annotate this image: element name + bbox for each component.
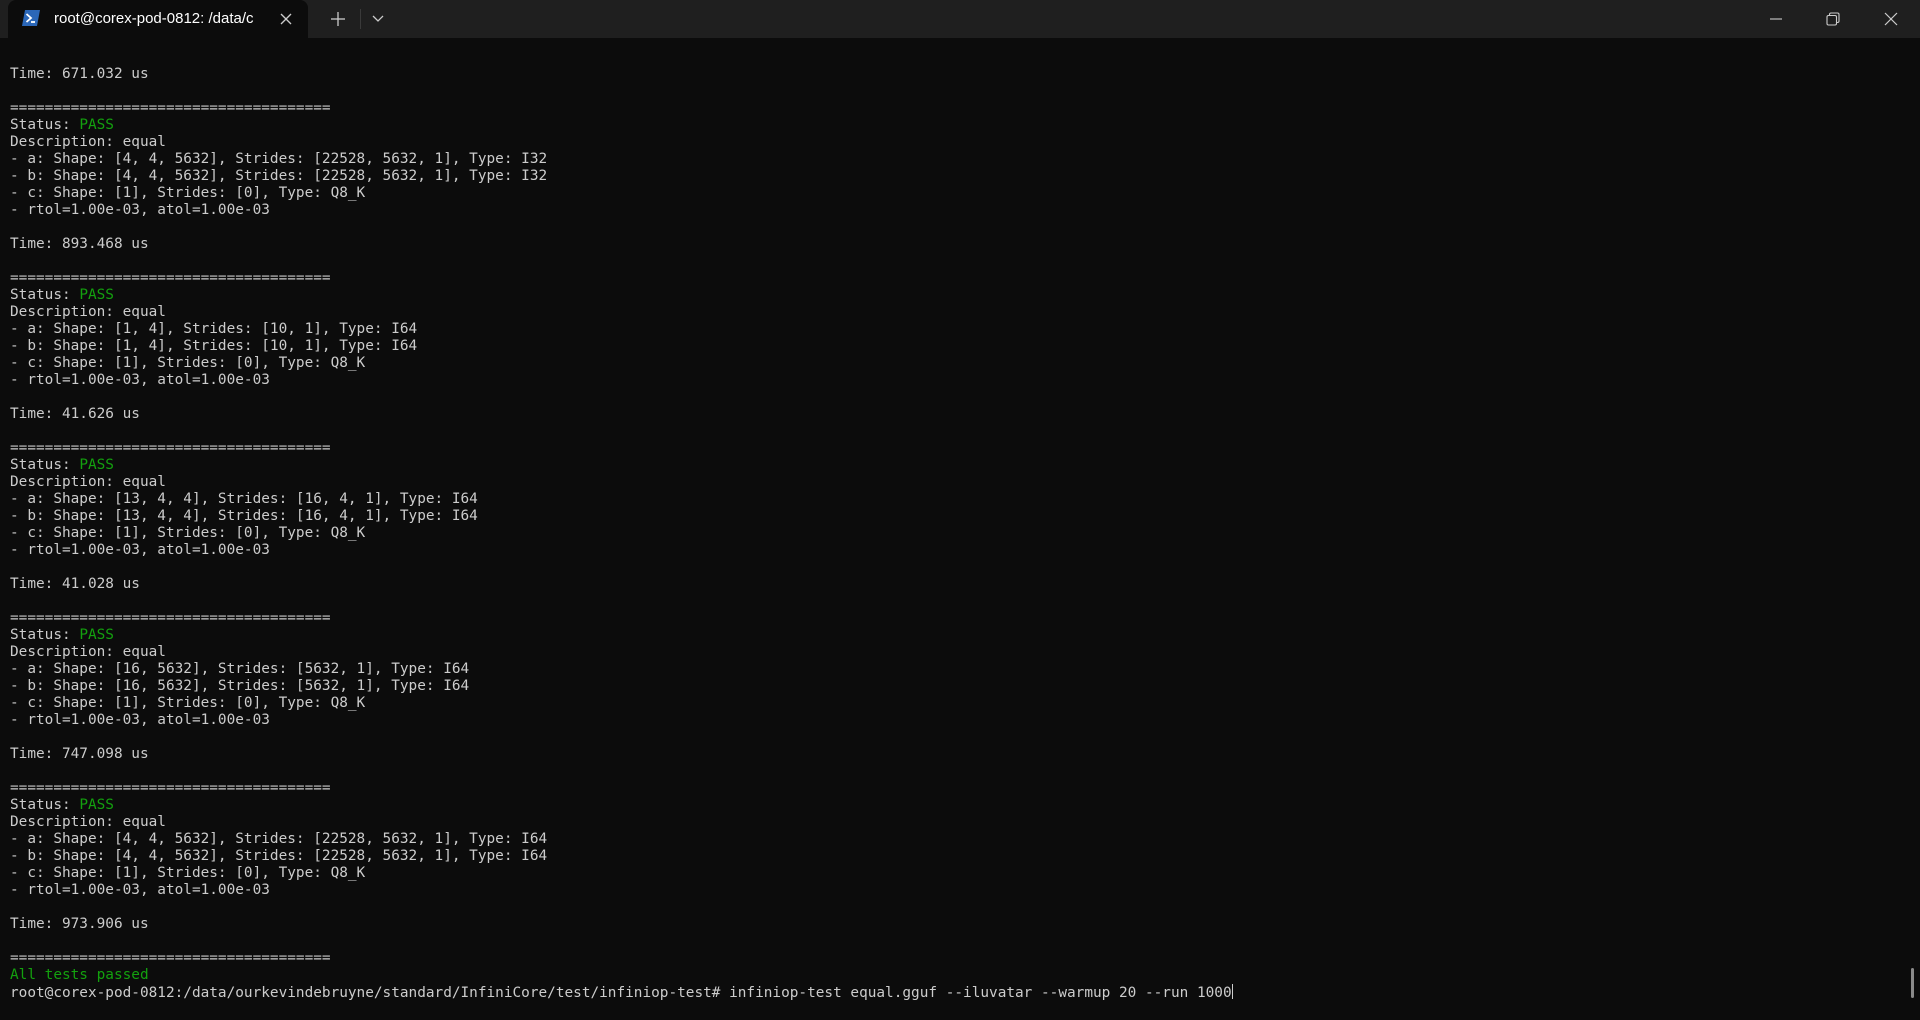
output-line: - rtol=1.00e-03, atol=1.00e-03 — [10, 372, 270, 388]
output-line: ===================================== — [10, 270, 331, 286]
title-bar: root@corex-pod-0812: /data/c — [0, 0, 1920, 38]
status-line: Status: PASS — [10, 457, 114, 474]
status-pass: PASS — [79, 457, 114, 473]
output-line: - a: Shape: [13, 4, 4], Strides: [16, 4,… — [10, 491, 478, 507]
command-input[interactable]: infiniop-test equal.gguf --iluvatar --wa… — [729, 985, 1232, 1001]
status-label: Status: — [10, 117, 80, 133]
status-label: Status: — [10, 457, 80, 473]
status-line: Status: PASS — [10, 627, 114, 644]
output-line: ===================================== — [10, 950, 331, 966]
status-pass: PASS — [79, 117, 114, 133]
status-pass: PASS — [79, 797, 114, 813]
restore-button[interactable] — [1804, 0, 1862, 38]
status-label: Status: — [10, 797, 80, 813]
output-line: - b: Shape: [4, 4, 5632], Strides: [2252… — [10, 168, 548, 184]
output-line: - c: Shape: [1], Strides: [0], Type: Q8_… — [10, 695, 366, 711]
status-line: Status: PASS — [10, 287, 114, 304]
output-line: ===================================== — [10, 100, 331, 116]
output-line: Description: equal — [10, 814, 166, 830]
minimize-button[interactable] — [1748, 0, 1804, 38]
output-line: - c: Shape: [1], Strides: [0], Type: Q8_… — [10, 355, 366, 371]
output-line: ===================================== — [10, 780, 331, 796]
close-window-button[interactable] — [1862, 0, 1920, 38]
output-line: - b: Shape: [1, 4], Strides: [10, 1], Ty… — [10, 338, 418, 354]
output-line: Time: 671.032 us — [10, 66, 149, 82]
output-line: ===================================== — [10, 440, 331, 456]
scrollbar-thumb[interactable] — [1911, 968, 1914, 998]
output-line: - b: Shape: [13, 4, 4], Strides: [16, 4,… — [10, 508, 478, 524]
titlebar-divider — [360, 9, 361, 29]
output-line: Description: equal — [10, 644, 166, 660]
output-line: - a: Shape: [4, 4, 5632], Strides: [2252… — [10, 831, 548, 847]
output-line: - a: Shape: [16, 5632], Strides: [5632, … — [10, 661, 470, 677]
tab-title: root@corex-pod-0812: /data/c — [54, 10, 254, 27]
terminal-output[interactable]: Time: 671.032 us ========================… — [0, 38, 1920, 1020]
output-line: - c: Shape: [1], Strides: [0], Type: Q8_… — [10, 185, 366, 201]
status-pass: PASS — [79, 627, 114, 643]
text-cursor — [1231, 984, 1233, 999]
output-line: Time: 41.626 us — [10, 406, 140, 422]
status-line: Status: PASS — [10, 117, 114, 134]
output-line: - b: Shape: [16, 5632], Strides: [5632, … — [10, 678, 470, 694]
status-label: Status: — [10, 287, 80, 303]
output-line: - a: Shape: [1, 4], Strides: [10, 1], Ty… — [10, 321, 418, 337]
output-line: - c: Shape: [1], Strides: [0], Type: Q8_… — [10, 525, 366, 541]
status-line: Status: PASS — [10, 797, 114, 814]
output-line: - rtol=1.00e-03, atol=1.00e-03 — [10, 202, 270, 218]
tests-summary: All tests passed — [10, 967, 149, 983]
close-tab-icon[interactable] — [276, 9, 296, 29]
output-line: - rtol=1.00e-03, atol=1.00e-03 — [10, 542, 270, 558]
powershell-icon — [22, 10, 40, 26]
output-line: - b: Shape: [4, 4, 5632], Strides: [2252… — [10, 848, 548, 864]
output-line: Description: equal — [10, 134, 166, 150]
output-line: Time: 747.098 us — [10, 746, 149, 762]
new-tab-button[interactable] — [318, 0, 358, 38]
output-line: Time: 893.468 us — [10, 236, 149, 252]
output-line: ===================================== — [10, 610, 331, 626]
shell-prompt: root@corex-pod-0812:/data/ourkevindebruy… — [10, 985, 730, 1001]
output-line: Description: equal — [10, 474, 166, 490]
output-line: - c: Shape: [1], Strides: [0], Type: Q8_… — [10, 865, 366, 881]
terminal-tab[interactable]: root@corex-pod-0812: /data/c — [8, 0, 308, 38]
status-pass: PASS — [79, 287, 114, 303]
output-line: Time: 41.028 us — [10, 576, 140, 592]
output-line: - rtol=1.00e-03, atol=1.00e-03 — [10, 882, 270, 898]
tab-dropdown-button[interactable] — [362, 0, 394, 38]
status-label: Status: — [10, 627, 80, 643]
output-line: Description: equal — [10, 304, 166, 320]
output-line: - a: Shape: [4, 4, 5632], Strides: [2252… — [10, 151, 548, 167]
command-line[interactable]: root@corex-pod-0812:/data/ourkevindebruy… — [10, 984, 1233, 1001]
output-line: Time: 973.906 us — [10, 916, 149, 932]
output-line: - rtol=1.00e-03, atol=1.00e-03 — [10, 712, 270, 728]
